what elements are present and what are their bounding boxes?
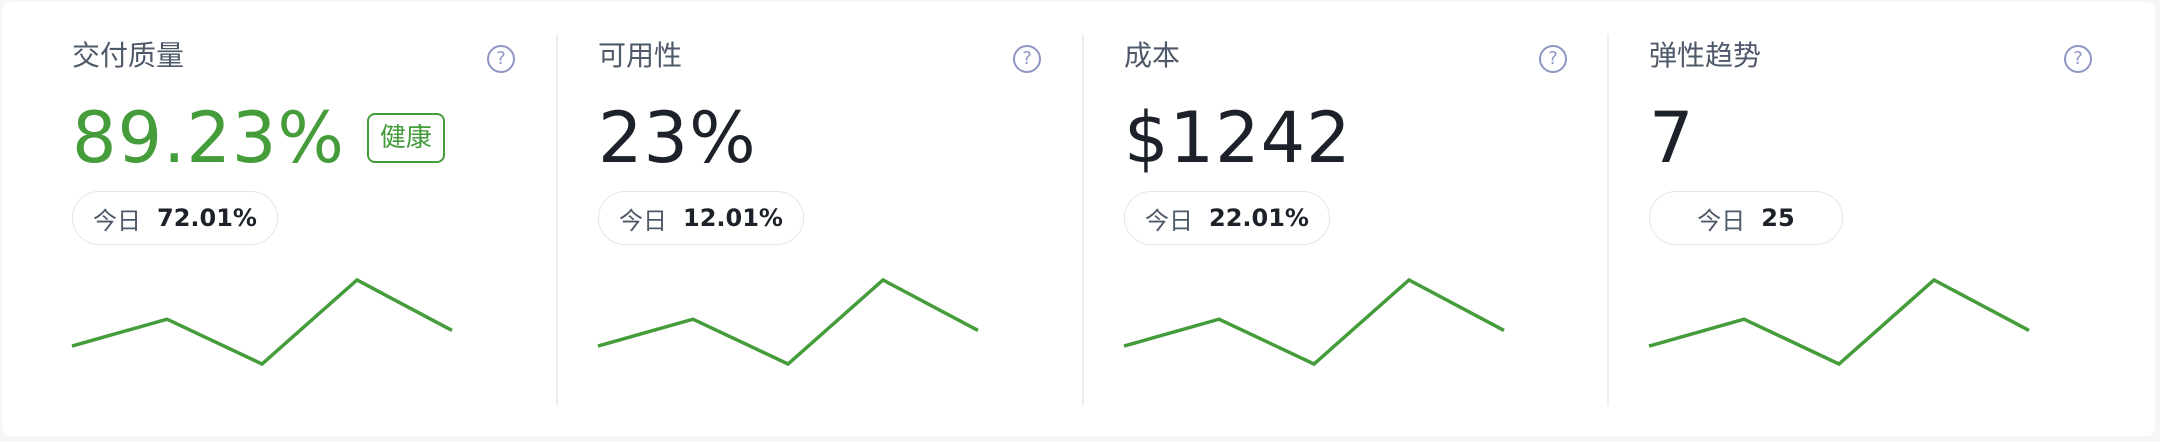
sparkline-series: [597, 277, 979, 367]
metrics-card: 交付质量 ? 89.23% 健康 今日 72.01% 可用性 ? 23% 今日 …: [2, 2, 2155, 436]
sparkline-chart: [597, 277, 979, 367]
sparkline-series: [1123, 277, 1505, 367]
metric-cost: 成本 ? $1242 今日 22.01%: [1054, 2, 1580, 436]
metrics-row: 交付质量 ? 89.23% 健康 今日 72.01% 可用性 ? 23% 今日 …: [2, 2, 2155, 436]
metric-delivery-quality: 交付质量 ? 89.23% 健康 今日 72.01%: [2, 2, 528, 436]
sparkline-series: [71, 277, 453, 367]
metric-elasticity-trend: 弹性趋势 ? 7 今日 25: [1579, 2, 2105, 436]
sparkline-chart: [1648, 277, 2030, 367]
sparkline-chart: [71, 277, 453, 367]
metric-availability: 可用性 ? 23% 今日 12.01%: [528, 2, 1054, 436]
sparkline-series: [1648, 277, 2030, 367]
sparkline-chart: [1123, 277, 1505, 367]
